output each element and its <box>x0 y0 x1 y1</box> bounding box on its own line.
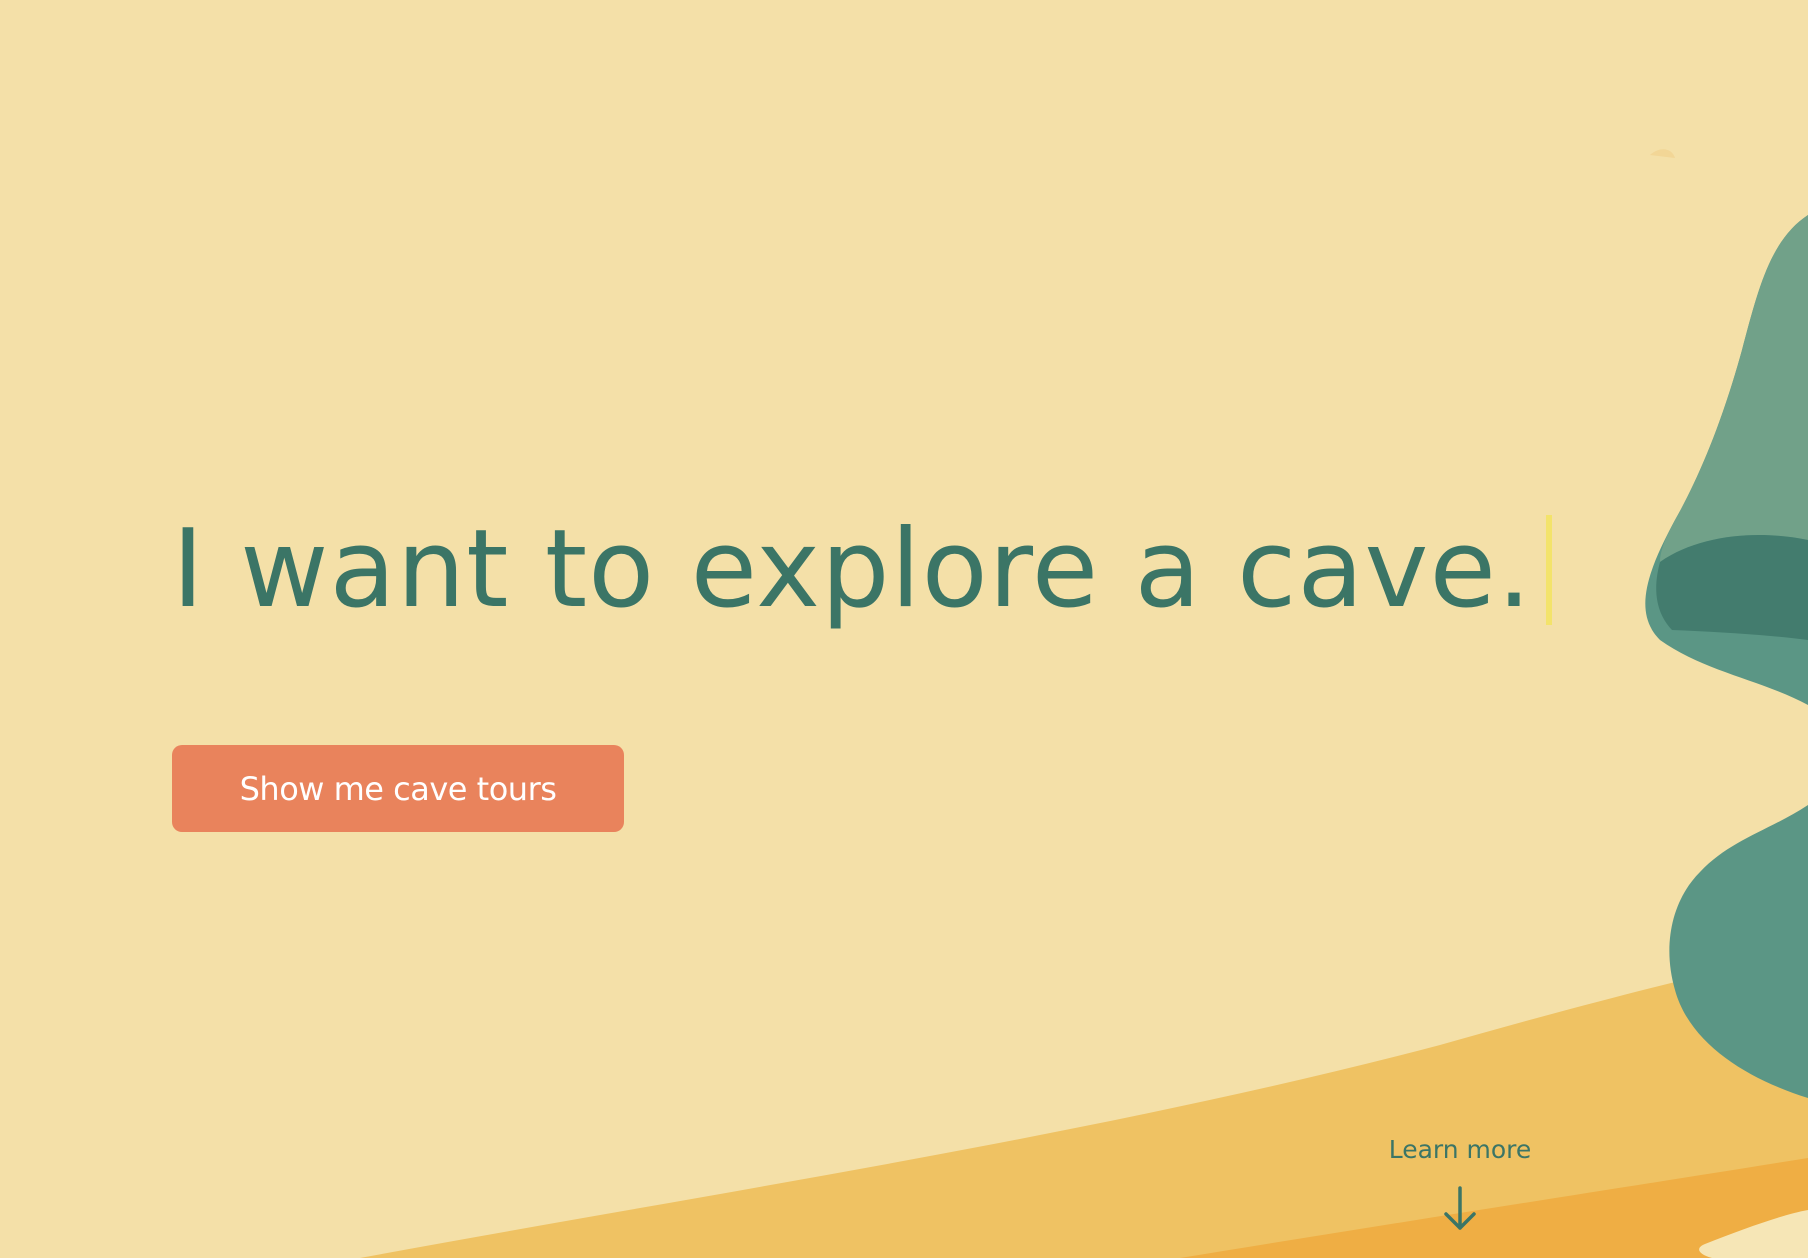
headline-container: I want to explore a cave. <box>172 505 1553 635</box>
learn-more-label: Learn more <box>1388 1135 1532 1164</box>
foliage-light-shape <box>1660 215 1808 562</box>
arrow-down-icon <box>1444 1186 1476 1230</box>
faint-speck-shape <box>1650 149 1675 158</box>
hero-section: I want to explore a cave. Show me cave t… <box>0 0 1808 1258</box>
show-cave-tours-button[interactable]: Show me cave tours <box>172 745 624 832</box>
hero-headline: I want to explore a cave. <box>172 507 1533 632</box>
learn-more-link[interactable]: Learn more <box>1360 1130 1560 1232</box>
text-cursor <box>1546 515 1553 625</box>
